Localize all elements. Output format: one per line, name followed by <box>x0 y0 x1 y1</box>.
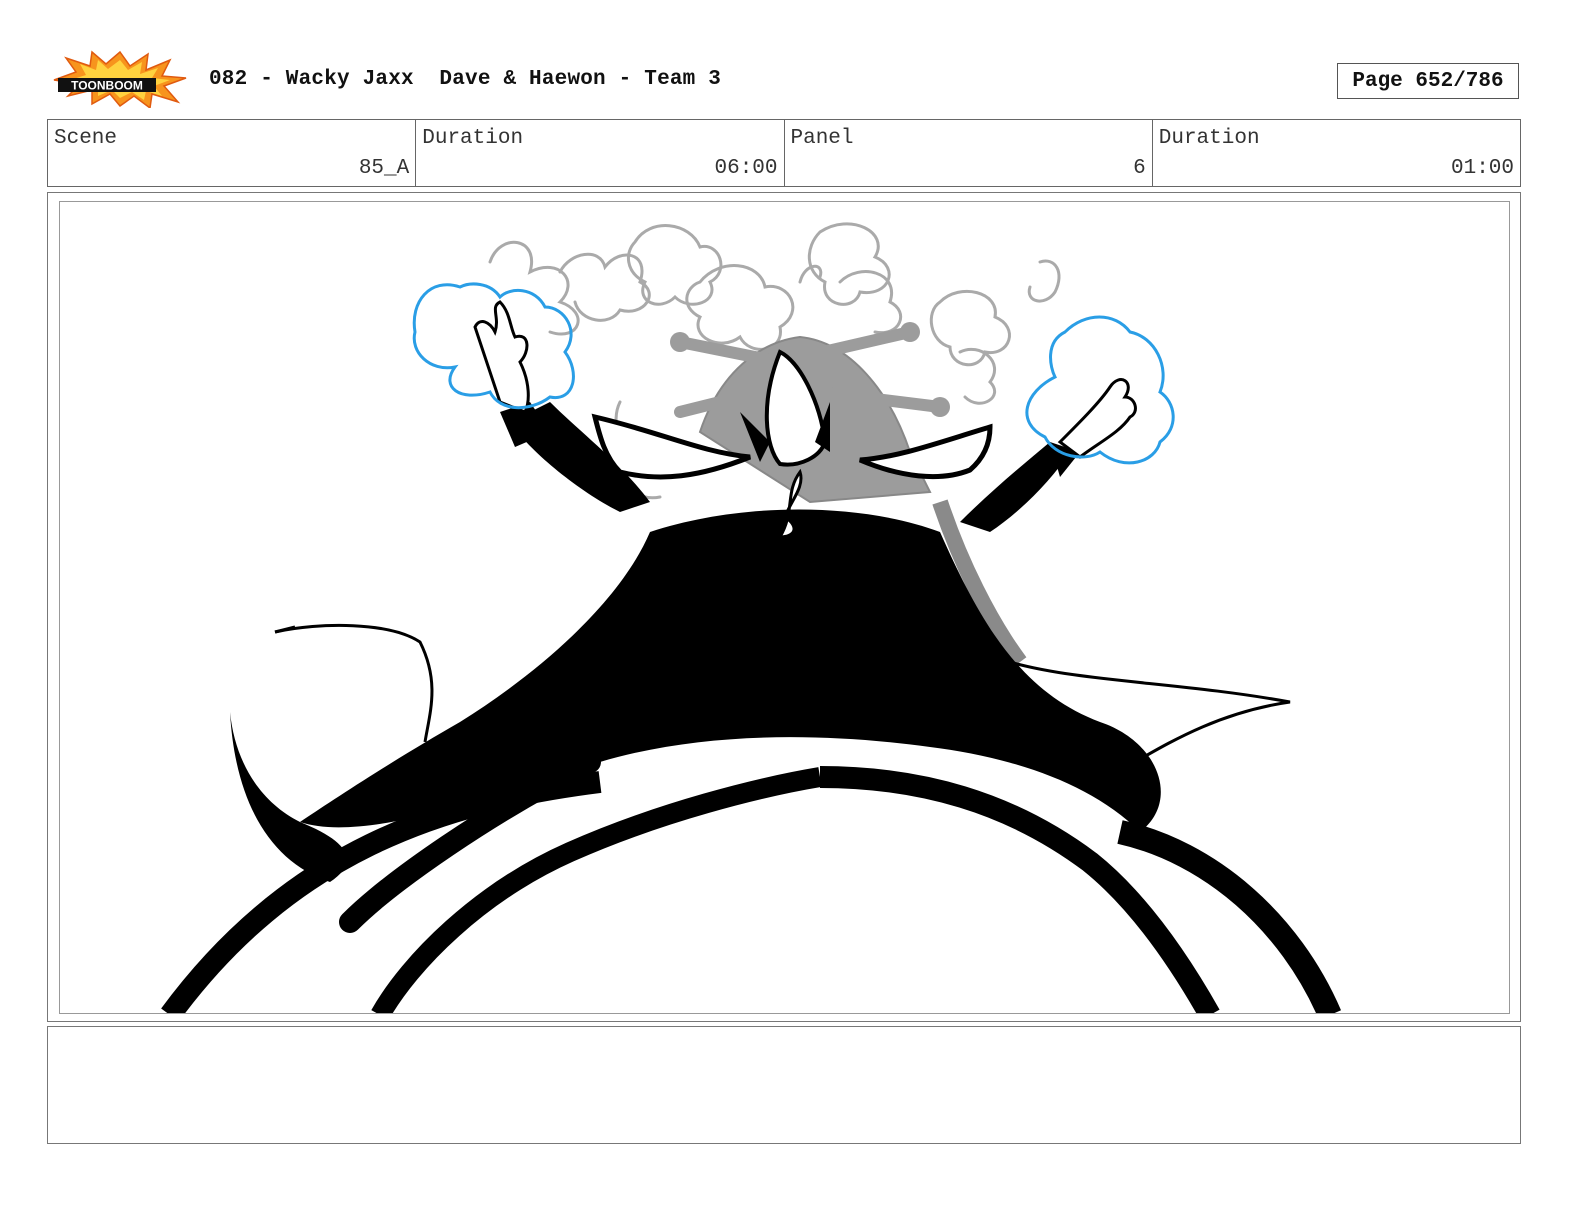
cape <box>161 509 1342 1013</box>
panel-value: 6 <box>1133 157 1146 180</box>
panel-cell: Panel 6 <box>785 120 1153 186</box>
storyboard-drawing <box>161 222 1342 1013</box>
storyboard-panel-frame <box>47 192 1521 1022</box>
scene-duration-cell: Duration 06:00 <box>416 120 785 186</box>
scene-duration-label: Duration <box>422 127 524 150</box>
panel-notes-box <box>47 1026 1521 1144</box>
panel-duration-value: 01:00 <box>1450 157 1514 180</box>
panel-duration-cell: Duration 01:00 <box>1153 120 1520 186</box>
storyboard-panel <box>59 201 1510 1014</box>
toonboom-logo: TOONBOOM <box>53 50 187 108</box>
scene-duration-value: 06:00 <box>714 157 778 180</box>
scene-info-table: Scene 85_A Duration 06:00 Panel 6 Durati… <box>47 119 1521 187</box>
page-indicator: Page 652/786 <box>1337 63 1519 99</box>
panel-label: Panel <box>790 127 854 150</box>
scene-cell: Scene 85_A <box>48 120 417 186</box>
document-title: 082 - Wacky Jaxx Dave & Haewon - Team 3 <box>209 68 722 91</box>
scene-value: 85_A <box>358 157 410 180</box>
scene-label: Scene <box>54 127 118 150</box>
logo-text: TOONBOOM <box>71 79 143 93</box>
panel-duration-label: Duration <box>1158 127 1260 150</box>
